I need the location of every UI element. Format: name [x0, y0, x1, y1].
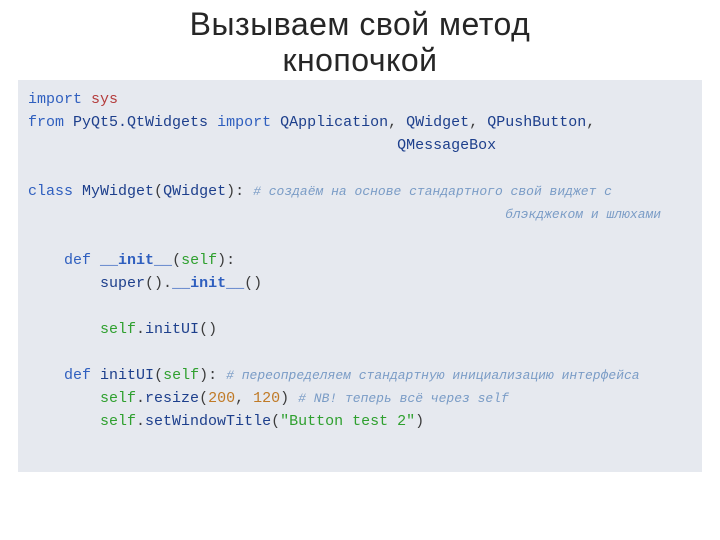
dot: . [163, 275, 172, 292]
paren: ) [415, 413, 424, 430]
title-line-1: Вызываем свой метод [190, 6, 531, 42]
class-base: QWidget [163, 183, 226, 200]
dot: . [136, 321, 145, 338]
call-initui: initUI [145, 321, 199, 338]
kw-self: self [100, 390, 136, 407]
code-block: import sys from PyQt5.QtWidgets import Q… [18, 80, 702, 472]
paren: () [199, 321, 217, 338]
paren: () [145, 275, 163, 292]
paren: ) [280, 390, 289, 407]
kw-import: import [28, 91, 82, 108]
module-sys: sys [91, 91, 118, 108]
import-qwidget: QWidget [406, 114, 469, 131]
paren: ): [199, 367, 217, 384]
paren: ( [154, 367, 163, 384]
dunder-init: __init__ [172, 275, 244, 292]
kw-from: from [28, 114, 64, 131]
module-pyqt: PyQt5.QtWidgets [73, 114, 208, 131]
call-super: super [100, 275, 145, 292]
kw-import-2: import [217, 114, 271, 131]
kw-self: self [181, 252, 217, 269]
class-comment-1: # создаём на основе стандартного свой ви… [253, 184, 612, 199]
paren: () [244, 275, 262, 292]
call-resize: resize [145, 390, 199, 407]
kw-self: self [100, 321, 136, 338]
dot: . [136, 390, 145, 407]
kw-self: self [163, 367, 199, 384]
paren: ( [154, 183, 163, 200]
resize-comment: # NB! теперь всё через self [298, 391, 509, 406]
num-height: 120 [253, 390, 280, 407]
paren: ( [172, 252, 181, 269]
title-line-2: кнопочкой [282, 42, 437, 78]
import-qmessagebox: QMessageBox [397, 137, 496, 154]
slide: Вызываем свой метод кнопочкой import sys… [0, 0, 720, 540]
import-qapplication: QApplication [280, 114, 388, 131]
string-title: "Button test 2" [280, 413, 415, 430]
import-qpushbutton: QPushButton [487, 114, 586, 131]
kw-def: def [64, 252, 91, 269]
paren: ( [271, 413, 280, 430]
dot: . [136, 413, 145, 430]
paren: ): [217, 252, 235, 269]
comma: , [586, 114, 595, 131]
comma: , [469, 114, 478, 131]
paren: ): [226, 183, 244, 200]
call-setwindowtitle: setWindowTitle [145, 413, 271, 430]
comma: , [388, 114, 397, 131]
comma: , [235, 390, 244, 407]
class-name: MyWidget [82, 183, 154, 200]
kw-self: self [100, 413, 136, 430]
method-init: __init__ [100, 252, 172, 269]
kw-def: def [64, 367, 91, 384]
num-width: 200 [208, 390, 235, 407]
slide-title: Вызываем свой метод кнопочкой [0, 6, 720, 78]
kw-class: class [28, 183, 73, 200]
paren: ( [199, 390, 208, 407]
method-initui: initUI [100, 367, 154, 384]
initui-comment: # переопределяем стандартную инициализац… [226, 368, 639, 383]
class-comment-2: блэкджеком и шлюхами [505, 207, 661, 222]
